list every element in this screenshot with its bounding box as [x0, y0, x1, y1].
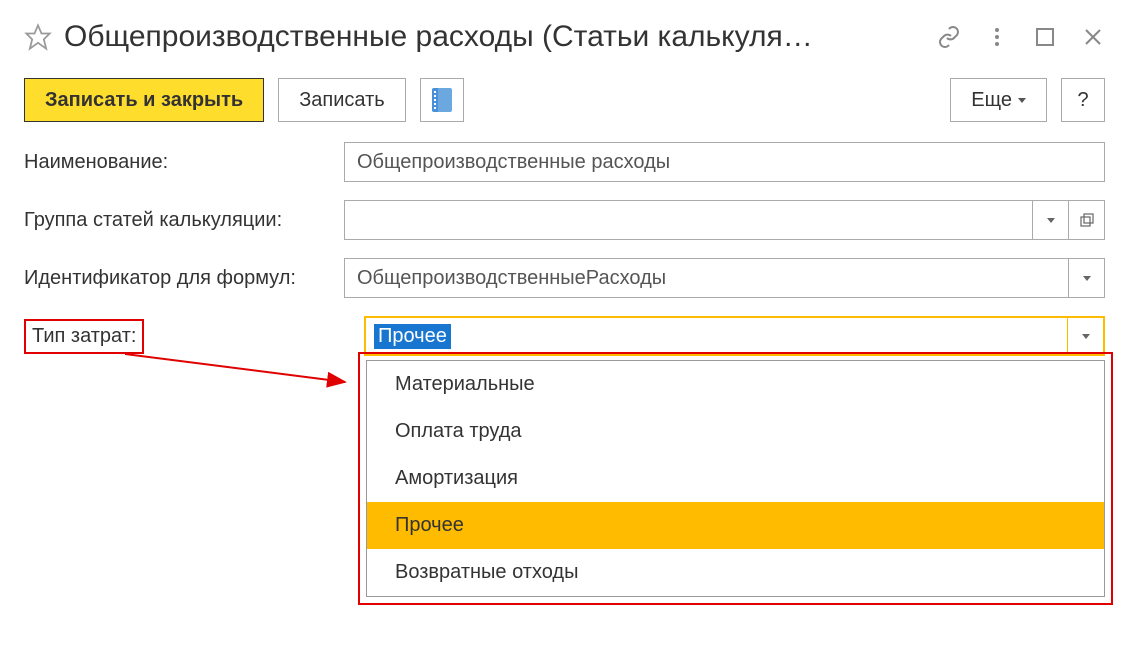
help-button[interactable]: ?: [1061, 78, 1105, 122]
name-label: Наименование:: [24, 151, 344, 174]
notebook-icon: [432, 88, 452, 112]
header: Общепроизводственные расходы (Статьи кал…: [24, 20, 1105, 54]
save-and-close-button[interactable]: Записать и закрыть: [24, 78, 264, 122]
chevron-down-icon: [1047, 218, 1055, 223]
costtype-value: Прочее: [374, 324, 451, 349]
identifier-label: Идентификатор для формул:: [24, 267, 344, 290]
name-input[interactable]: [345, 143, 1104, 181]
dropdown-item[interactable]: Материальные: [367, 361, 1104, 408]
costtype-label-highlight: Тип затрат:: [24, 319, 144, 354]
costtype-label: Тип затрат:: [32, 325, 136, 347]
name-control: [344, 142, 1105, 182]
link-icon[interactable]: [937, 25, 961, 49]
form-row-group: Группа статей калькуляции:: [24, 200, 1105, 240]
form-row-costtype: Тип затрат: Прочее: [24, 316, 1105, 356]
group-label: Группа статей калькуляции:: [24, 209, 344, 232]
identifier-control: [344, 258, 1105, 298]
kebab-menu-icon[interactable]: [985, 25, 1009, 49]
dropdown-item[interactable]: Прочее: [367, 502, 1104, 549]
page-title: Общепроизводственные расходы (Статьи кал…: [64, 20, 925, 54]
form-row-identifier: Идентификатор для формул:: [24, 258, 1105, 298]
annotation-arrow: [125, 350, 355, 390]
open-external-icon: [1079, 212, 1095, 228]
costtype-dropdown-wrapper: МатериальныеОплата трудаАмортизацияПроче…: [366, 360, 1105, 597]
save-button[interactable]: Записать: [278, 78, 405, 122]
more-button[interactable]: Еще: [950, 78, 1047, 122]
chevron-down-icon: [1082, 334, 1090, 339]
costtype-control[interactable]: Прочее: [364, 316, 1105, 356]
group-control: [344, 200, 1105, 240]
dropdown-item[interactable]: Возвратные отходы: [367, 549, 1104, 596]
costtype-dropdown-button[interactable]: [1067, 318, 1103, 354]
close-icon[interactable]: [1081, 25, 1105, 49]
group-open-button[interactable]: [1068, 201, 1104, 239]
chevron-down-icon: [1083, 276, 1091, 281]
group-dropdown-button[interactable]: [1032, 201, 1068, 239]
identifier-input[interactable]: [345, 259, 1068, 297]
group-input[interactable]: [345, 201, 1032, 239]
form-row-name: Наименование:: [24, 142, 1105, 182]
header-actions: [937, 25, 1105, 49]
notebook-button[interactable]: [420, 78, 464, 122]
toolbar: Записать и закрыть Записать Еще ?: [24, 78, 1105, 122]
costtype-dropdown: МатериальныеОплата трудаАмортизацияПроче…: [366, 360, 1105, 597]
dropdown-item[interactable]: Оплата труда: [367, 408, 1104, 455]
identifier-dropdown-button[interactable]: [1068, 259, 1104, 297]
dropdown-item[interactable]: Амортизация: [367, 455, 1104, 502]
favorite-star-icon[interactable]: [24, 23, 52, 51]
maximize-icon[interactable]: [1033, 25, 1057, 49]
